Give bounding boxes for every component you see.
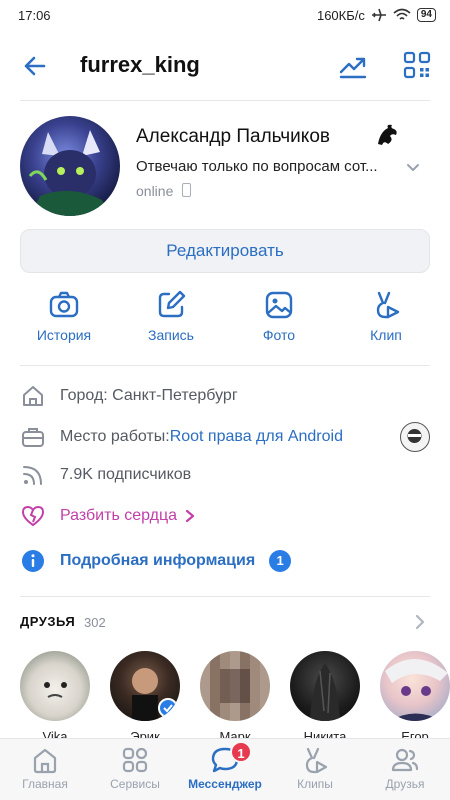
broken-heart-icon — [21, 505, 45, 527]
tab-services[interactable]: Сервисы — [90, 739, 180, 800]
city-row: Город: Санкт-Петербург — [20, 383, 430, 409]
work-link[interactable]: Root права для Android — [170, 428, 343, 446]
stats-icon[interactable] — [338, 50, 368, 80]
home-outline-icon — [23, 386, 43, 406]
briefcase-icon — [22, 428, 44, 447]
more-info-badge: 1 — [269, 550, 292, 572]
info-divider — [20, 596, 430, 597]
followers-text: 7.9K подписчиков — [60, 466, 192, 483]
friend-avatar — [110, 651, 180, 721]
actions-divider — [20, 365, 430, 366]
dragon-emoji-icon — [378, 124, 397, 145]
break-hearts-text: Разбить сердца — [60, 507, 178, 524]
phone-icon — [182, 183, 191, 197]
bottom-tab-bar: Главная Сервисы 1 Мессенджер Клипы Друзь… — [0, 738, 450, 800]
friend-item[interactable]: Егор — [379, 651, 450, 744]
header-divider — [20, 100, 430, 101]
friend-avatar — [200, 651, 270, 721]
edit-profile-button[interactable]: Редактировать — [20, 229, 430, 273]
tab-friends-label: Друзья — [385, 777, 425, 791]
clip-icon — [376, 291, 400, 319]
airplane-icon — [371, 8, 386, 22]
clip-button[interactable]: Клип — [341, 289, 431, 343]
friends-icon — [391, 748, 419, 772]
friend-avatar — [290, 651, 360, 721]
friend-avatar — [380, 651, 450, 721]
tab-clips-label: Клипы — [297, 777, 333, 791]
services-icon — [122, 747, 148, 773]
page-title: furrex_king — [80, 52, 200, 77]
wifi-icon — [393, 8, 411, 20]
friends-title[interactable]: ДРУЗЬЯ — [20, 614, 75, 629]
battery-icon: 94 — [416, 8, 436, 22]
messenger-badge: 1 — [230, 741, 252, 763]
clips-icon — [305, 747, 328, 774]
work-row: Место работы: Root права для Android — [20, 424, 430, 450]
rss-icon — [23, 466, 42, 485]
avatar[interactable] — [20, 116, 120, 216]
tab-friends[interactable]: Друзья — [360, 739, 450, 800]
more-info-row[interactable]: Подробная информация 1 — [20, 548, 430, 574]
break-hearts-row[interactable]: Разбить сердца — [20, 503, 430, 529]
story-button[interactable]: История — [19, 289, 109, 343]
top-bar: furrex_king — [0, 38, 450, 94]
post-label: Запись — [148, 327, 194, 343]
story-label: История — [36, 327, 92, 343]
photo-label: Фото — [262, 327, 296, 343]
friend-item[interactable]: Vika — [19, 651, 91, 744]
work-label: Место работы: — [60, 428, 170, 445]
camera-icon — [49, 291, 79, 318]
home-icon — [33, 748, 57, 774]
chevron-right-icon — [185, 509, 195, 523]
avatar-image — [28, 130, 110, 216]
tab-messenger-label: Мессенджер — [188, 777, 262, 791]
friend-item[interactable]: Никита — [289, 651, 361, 744]
photo-icon — [265, 291, 293, 319]
profile-name: Александр Пальчиков — [136, 126, 330, 147]
photo-button[interactable]: Фото — [234, 289, 324, 343]
status-time: 17:06 — [18, 7, 51, 23]
friend-item[interactable]: Марк — [199, 651, 271, 744]
friend-avatar — [20, 651, 90, 721]
city-text: Город: Санкт-Петербург — [60, 387, 238, 404]
tab-home[interactable]: Главная — [0, 739, 90, 800]
profile-status-text[interactable]: Отвечаю только по вопросам сот... — [136, 158, 394, 175]
network-speed: 160КБ/с — [316, 7, 365, 23]
work-group-avatar[interactable] — [400, 422, 430, 452]
friend-item[interactable]: Эрик — [109, 651, 181, 744]
friends-count: 302 — [84, 615, 106, 630]
chevron-down-icon[interactable] — [404, 158, 422, 176]
more-info-text: Подробная информация — [60, 552, 256, 569]
chevron-right-icon[interactable] — [412, 612, 428, 632]
tab-messenger[interactable]: 1 Мессенджер — [180, 739, 270, 800]
edit-post-icon — [158, 290, 186, 318]
back-arrow-icon[interactable] — [20, 51, 50, 81]
post-button[interactable]: Запись — [126, 289, 216, 343]
action-row: История Запись Фото Клип — [0, 289, 450, 351]
tab-services-label: Сервисы — [110, 777, 160, 791]
tab-clips[interactable]: Клипы — [270, 739, 360, 800]
info-icon — [22, 550, 44, 572]
online-status: online — [136, 183, 174, 199]
status-bar: 17:06 160КБ/с 94 — [0, 0, 450, 30]
qr-code-icon[interactable] — [402, 50, 432, 80]
clip-label: Клип — [370, 327, 402, 343]
tab-home-label: Главная — [22, 777, 68, 791]
followers-row[interactable]: 7.9K подписчиков — [20, 462, 430, 488]
group-logo-icon — [407, 429, 422, 443]
